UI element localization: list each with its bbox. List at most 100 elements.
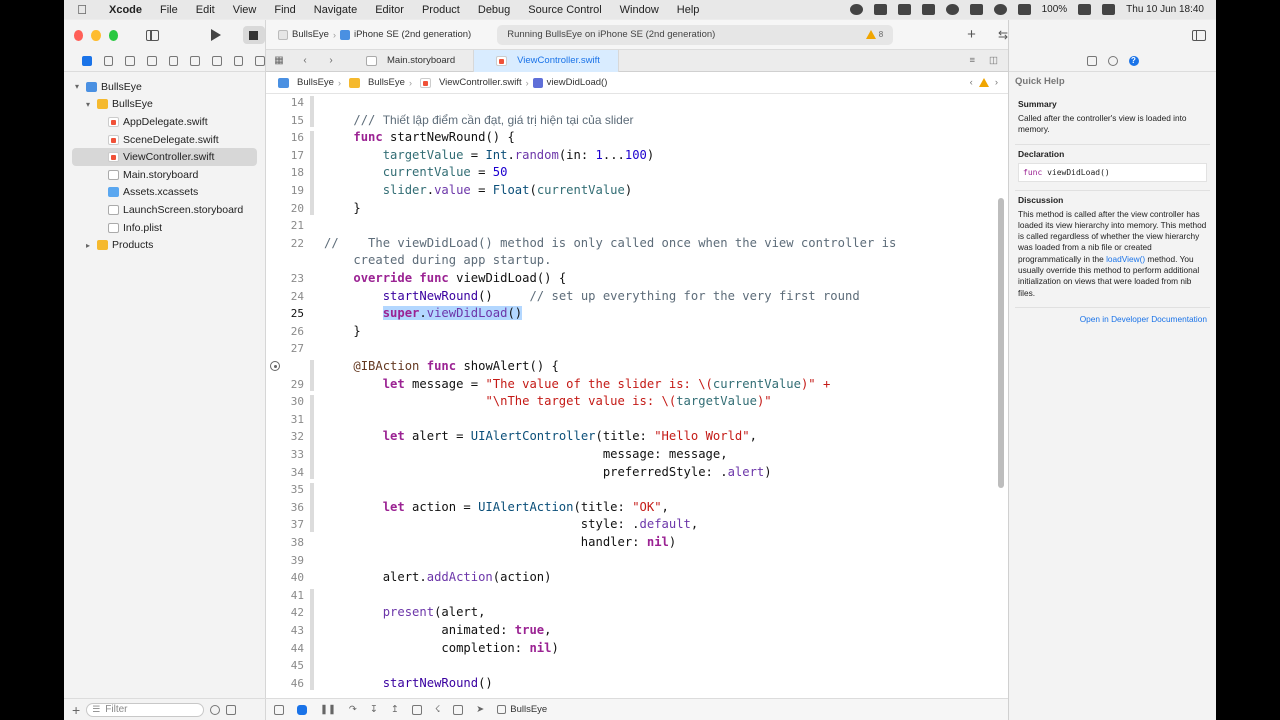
editor-options-icon[interactable]: ≡ [969, 55, 975, 66]
code-line[interactable]: 45 [266, 657, 996, 675]
code-text[interactable]: super.viewDidLoad() [324, 305, 523, 323]
toggle-navigator-icon[interactable] [146, 29, 159, 41]
code-text[interactable]: created during app startup. [324, 252, 551, 270]
breakpoint-navigator-tab-icon[interactable] [233, 55, 244, 66]
display-icon[interactable] [1017, 4, 1031, 15]
line-number[interactable]: 23 [266, 270, 304, 288]
line-number[interactable]: 24 [266, 288, 304, 306]
code-text[interactable]: let alert = UIAlertController(title: "He… [324, 428, 757, 446]
code-text[interactable]: override func viewDidLoad() { [324, 270, 566, 288]
code-line[interactable]: 21 [266, 217, 996, 235]
back-icon[interactable]: ‹ [292, 55, 318, 66]
zoom-window-button[interactable] [108, 29, 119, 41]
code-text[interactable]: handler: nil) [324, 534, 676, 552]
line-number[interactable]: 41 [266, 587, 304, 605]
code-line[interactable]: 27 [266, 340, 996, 358]
code-line[interactable]: 16 func startNewRound() { [266, 129, 996, 147]
code-text[interactable]: } [324, 200, 360, 218]
chevron-down-icon[interactable]: ▾ [72, 82, 82, 91]
code-line[interactable]: created during app startup. [266, 252, 996, 270]
chevron-right-icon[interactable]: ▸ [83, 241, 93, 250]
line-number[interactable]: 30 [266, 393, 304, 411]
code-line[interactable]: 25 super.viewDidLoad() [266, 305, 996, 323]
code-text[interactable]: } [324, 323, 360, 341]
jump-symbol[interactable]: viewDidLoad() [547, 77, 608, 88]
record-icon[interactable] [849, 4, 863, 15]
previous-issue-icon[interactable]: ‹ [970, 77, 973, 88]
code-text[interactable]: /// Thiết lập điểm cần đạt, giá trị hiện… [324, 112, 633, 130]
simulate-location-icon[interactable]: ➤ [476, 704, 484, 715]
step-over-icon[interactable]: ↷ [349, 704, 357, 715]
menu-find[interactable]: Find [265, 4, 304, 16]
line-number[interactable]: 37 [266, 516, 304, 534]
jump-file[interactable]: ViewController.swift [439, 77, 522, 88]
memory-graph-icon[interactable]: ☇ [435, 704, 440, 715]
battery-icon[interactable] [1078, 4, 1092, 15]
code-line[interactable]: 32 let alert = UIAlertController(title: … [266, 428, 996, 446]
line-number[interactable]: 45 [266, 657, 304, 675]
code-text[interactable]: let message = "The value of the slider i… [324, 376, 831, 394]
file-inspector-tab-icon[interactable] [1086, 55, 1097, 66]
code-line[interactable]: 43 animated: true, [266, 622, 996, 640]
grid-icon[interactable]: ▦ [266, 55, 292, 66]
code-line[interactable]: 22 // The viewDidLoad() method is only ca… [266, 235, 996, 253]
bluetooth-icon[interactable] [993, 4, 1007, 15]
code-line[interactable]: 23 override func viewDidLoad() { [266, 270, 996, 288]
step-into-icon[interactable]: ↧ [370, 704, 378, 715]
shield-icon[interactable] [897, 4, 911, 15]
warnings-indicator[interactable]: 8 [865, 30, 883, 39]
code-line[interactable]: 39 [266, 552, 996, 570]
code-line[interactable]: 42 present(alert, [266, 604, 996, 622]
add-editor-icon[interactable]: ◫ [989, 55, 998, 66]
file-tree-item[interactable]: Info.plist [64, 219, 265, 237]
code-text[interactable]: // The viewDidLoad() method is only call… [324, 235, 896, 253]
line-number[interactable]: 25 [266, 305, 304, 323]
toggle-inspector-icon[interactable] [1192, 29, 1206, 41]
hide-debug-area-icon[interactable] [274, 704, 284, 715]
file-tree-item[interactable]: Assets.xcassets [64, 184, 265, 202]
test-navigator-tab-icon[interactable] [190, 55, 201, 66]
file-tree-item[interactable]: ▾ BullsEye [64, 78, 265, 96]
quick-help-tab-icon[interactable]: ? [1128, 55, 1139, 66]
code-text[interactable]: message: message, [324, 446, 728, 464]
project-navigator-tab-icon[interactable] [82, 55, 92, 66]
code-review-icon[interactable]: ⇆ [998, 28, 1008, 42]
step-out-icon[interactable]: ↥ [391, 704, 399, 715]
line-number[interactable]: 15 [266, 112, 304, 130]
environment-overrides-icon[interactable] [453, 704, 464, 715]
warning-icon[interactable] [978, 78, 989, 87]
code-line[interactable]: 14 [266, 94, 996, 112]
code-text[interactable]: style: .default, [324, 516, 698, 534]
line-number[interactable]: 36 [266, 499, 304, 517]
code-text[interactable]: startNewRound() // set up everything for… [324, 288, 860, 306]
minimize-window-button[interactable] [91, 29, 101, 41]
menu-app-name[interactable]: Xcode [100, 4, 151, 16]
line-number[interactable]: 20 [266, 200, 304, 218]
code-line[interactable]: 33 message: message, [266, 446, 996, 464]
recent-files-icon[interactable] [210, 704, 221, 715]
open-documentation-link[interactable]: Open in Developer Documentation [1015, 308, 1210, 330]
breakpoints-toggle-icon[interactable] [297, 704, 307, 715]
source-control-tab-icon[interactable] [103, 55, 114, 66]
line-number[interactable]: 21 [266, 217, 304, 235]
add-file-icon[interactable]: + [72, 702, 80, 718]
tab-viewcontroller-swift[interactable]: ViewController.swift [474, 49, 619, 72]
file-tree-item[interactable]: ▾ BullsEye [64, 96, 265, 114]
line-number[interactable]: 42 [266, 604, 304, 622]
debug-navigator-tab-icon[interactable] [212, 55, 222, 66]
file-tree-item[interactable]: Main.storyboard [64, 166, 265, 184]
time-machine-icon[interactable] [945, 4, 959, 15]
scheme-selector[interactable]: BullsEye › iPhone SE (2nd generation) [278, 29, 471, 40]
code-text[interactable]: present(alert, [324, 604, 486, 622]
code-text[interactable]: "\nThe target value is: \(targetValue)" [324, 393, 771, 411]
file-tree-item[interactable]: ViewController.swift [72, 148, 257, 166]
line-number[interactable]: 38 [266, 534, 304, 552]
code-line[interactable]: 35 [266, 481, 996, 499]
code-line[interactable]: 29 let message = "The value of the slide… [266, 376, 996, 394]
code-line[interactable]: 26 } [266, 323, 996, 341]
code-text[interactable]: startNewRound() [324, 675, 493, 690]
menu-source-control[interactable]: Source Control [519, 4, 610, 16]
code-line[interactable]: 46 startNewRound() [266, 675, 996, 690]
apple-icon[interactable]:  [64, 2, 100, 17]
tab-main-storyboard[interactable]: Main.storyboard [344, 49, 475, 72]
